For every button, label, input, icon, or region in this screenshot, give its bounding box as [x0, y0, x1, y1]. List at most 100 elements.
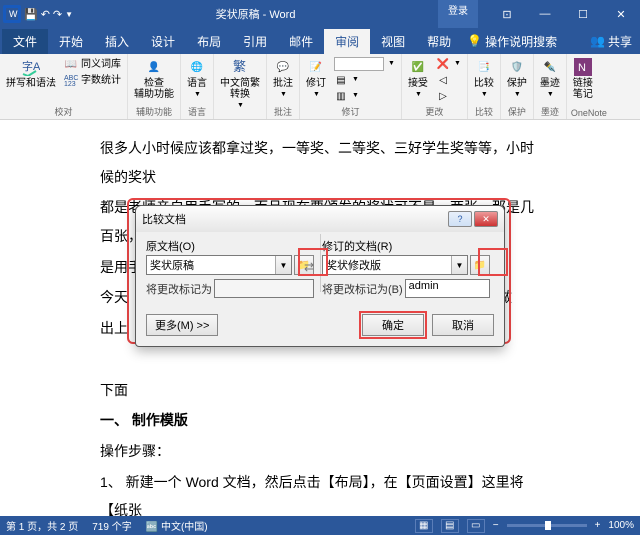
menu-file[interactable]: 文件 [2, 29, 48, 54]
revised-label: 修订的文档(R) [322, 238, 490, 254]
original-author-input[interactable] [214, 279, 314, 298]
chevron-down-icon[interactable]: ▼ [275, 256, 291, 274]
ribbon-group-comments: 💬 批注 ▼ 批注 [267, 54, 300, 119]
annotation-ok-highlight: 确定 [359, 311, 427, 339]
chevron-down-icon: ▼ [194, 91, 201, 99]
ok-button[interactable]: 确定 [362, 314, 424, 336]
next-icon: ▷ [436, 89, 450, 103]
compare-button[interactable]: 📑 比较 ▼ [472, 56, 496, 101]
accessibility-button[interactable]: 👤 检查 辅助功能 [132, 56, 176, 102]
display-dropdown[interactable]: ▼ [332, 56, 397, 72]
menu-insert[interactable]: 插入 [94, 29, 140, 54]
original-label: 原文档(O) [146, 238, 314, 254]
chinese-conv-label: 中文简繁 转换 [220, 78, 260, 100]
spelling-icon: 字A [22, 58, 40, 76]
menu-layout[interactable]: 布局 [186, 29, 232, 54]
ribbon-group-chinese: 繁 中文简繁 转换 ▼ [214, 54, 267, 119]
revised-browse-button[interactable]: 📁 [470, 255, 490, 275]
thesaurus-button[interactable]: 📖 同义词库 [62, 56, 123, 72]
dialog-help-button[interactable]: ? [448, 211, 472, 227]
original-combo[interactable]: 奖状原稿 ▼ [146, 255, 292, 275]
swap-icon[interactable]: ⇄ [304, 260, 314, 274]
language-label: 语言 [187, 78, 207, 89]
ink-label: 墨迹 [540, 78, 560, 89]
menu-mailings[interactable]: 邮件 [278, 29, 324, 54]
onenote-button[interactable]: N 链接 笔记 [571, 56, 595, 102]
prev-icon: ◁ [436, 73, 450, 87]
qat-save-icon[interactable]: 💾 [24, 8, 38, 21]
onenote-icon: N [574, 58, 592, 76]
web-layout-button[interactable]: ▭ [467, 519, 485, 533]
menu-home[interactable]: 开始 [48, 29, 94, 54]
original-column: 原文档(O) 奖状原稿 ▼ 📁 将更改标记为 [146, 238, 314, 302]
new-comment-button[interactable]: 💬 批注 ▼ [271, 56, 295, 101]
tell-me[interactable]: 💡 操作说明搜索 [467, 33, 557, 50]
doc-line: 下面 [100, 376, 540, 405]
ribbon-options-icon[interactable]: ⊡ [488, 0, 526, 28]
login-button[interactable]: 登录 [438, 0, 478, 28]
close-button[interactable]: ✕ [602, 0, 640, 28]
revised-author-input[interactable]: admin [405, 279, 490, 298]
language-status[interactable]: 🔤 中文(中国) [146, 518, 208, 533]
maximize-button[interactable]: ☐ [564, 0, 602, 28]
dialog-titlebar[interactable]: 比较文档 ? ✕ [136, 206, 504, 232]
onenote-group-label: OneNote [571, 108, 607, 118]
previous-change-button[interactable]: ◁ [434, 72, 463, 88]
track-changes-button[interactable]: 📝 修订 ▼ [304, 56, 328, 101]
zoom-in-button[interactable]: + [595, 520, 601, 531]
chevron-down-icon[interactable]: ▼ [451, 256, 467, 274]
reviewing-pane-button[interactable]: ▥▼ [332, 88, 397, 104]
language-button[interactable]: 🌐 语言 ▼ [185, 56, 209, 101]
print-layout-button[interactable]: ▤ [441, 519, 459, 533]
revised-combo[interactable]: 奖状修改版 ▼ [322, 255, 468, 275]
zoom-slider[interactable] [507, 524, 587, 527]
ribbon-group-onenote: N 链接 笔记 OneNote [567, 54, 611, 119]
menu-design[interactable]: 设计 [140, 29, 186, 54]
qat-redo-icon[interactable]: ↷ [53, 8, 62, 21]
protect-button[interactable]: 🛡️ 保护 ▼ [505, 56, 529, 101]
accept-button[interactable]: ✅ 接受 ▼ [406, 56, 430, 101]
cancel-button[interactable]: 取消 [432, 314, 494, 336]
wordcount-button[interactable]: ABC123 字数统计 [62, 72, 123, 88]
shield-icon: 🛡️ [508, 58, 526, 76]
doc-line: 1、 新建一个 Word 文档，然后点击【布局】，在【页面设置】这里将【纸张 [100, 468, 540, 517]
chevron-down-icon: ▼ [514, 91, 521, 99]
zoom-level[interactable]: 100% [608, 520, 634, 531]
chevron-down-icon: ▼ [313, 91, 320, 99]
menu-references[interactable]: 引用 [232, 29, 278, 54]
more-button[interactable]: 更多(M) >> [146, 314, 218, 336]
page-status[interactable]: 第 1 页，共 2 页 [6, 518, 78, 533]
ink-button[interactable]: ✒️ 墨迹 ▼ [538, 56, 562, 101]
ribbon-group-accessibility: 👤 检查 辅助功能 辅助功能 [128, 54, 181, 119]
changes-group-label: 更改 [406, 105, 463, 118]
zoom-thumb[interactable] [545, 521, 551, 530]
dialog-divider [320, 234, 321, 292]
accept-icon: ✅ [409, 58, 427, 76]
accessibility-icon: 👤 [145, 58, 163, 76]
comment-icon: 💬 [274, 58, 292, 76]
zoom-out-button[interactable]: − [493, 520, 499, 531]
show-markup-button[interactable]: ▤▼ [332, 72, 397, 88]
menu-review[interactable]: 审阅 [324, 29, 370, 54]
next-change-button[interactable]: ▷ [434, 88, 463, 104]
protect-group-label: 保护 [505, 105, 529, 118]
reject-button[interactable]: ❌▼ [434, 56, 463, 72]
qat-customize-icon[interactable]: ▼ [65, 10, 73, 19]
read-mode-button[interactable]: ▦ [415, 519, 433, 533]
qat-undo-icon[interactable]: ↶ [41, 8, 50, 21]
doc-heading: 一、 制作模版 [100, 406, 540, 435]
minimize-button[interactable]: — [526, 0, 564, 28]
dialog-close-button[interactable]: ✕ [474, 211, 498, 227]
accessibility-group-label: 辅助功能 [132, 105, 176, 118]
word-count-status[interactable]: 719 个字 [92, 518, 131, 533]
statusbar: 第 1 页，共 2 页 719 个字 🔤 中文(中国) ▦ ▤ ▭ − + 10… [0, 516, 640, 535]
menu-view[interactable]: 视图 [370, 29, 416, 54]
menu-help[interactable]: 帮助 [416, 29, 462, 54]
spelling-button[interactable]: 字A 拼写和语法 [4, 56, 58, 91]
chinese-conv-button[interactable]: 繁 中文简繁 转换 ▼ [218, 56, 262, 112]
compare-label: 比较 [474, 78, 494, 89]
share-button[interactable]: 👥 共享 [590, 33, 632, 50]
track-icon: 📝 [307, 58, 325, 76]
chinese-conv-icon: 繁 [231, 58, 249, 76]
accessibility-label: 检查 辅助功能 [134, 78, 174, 100]
